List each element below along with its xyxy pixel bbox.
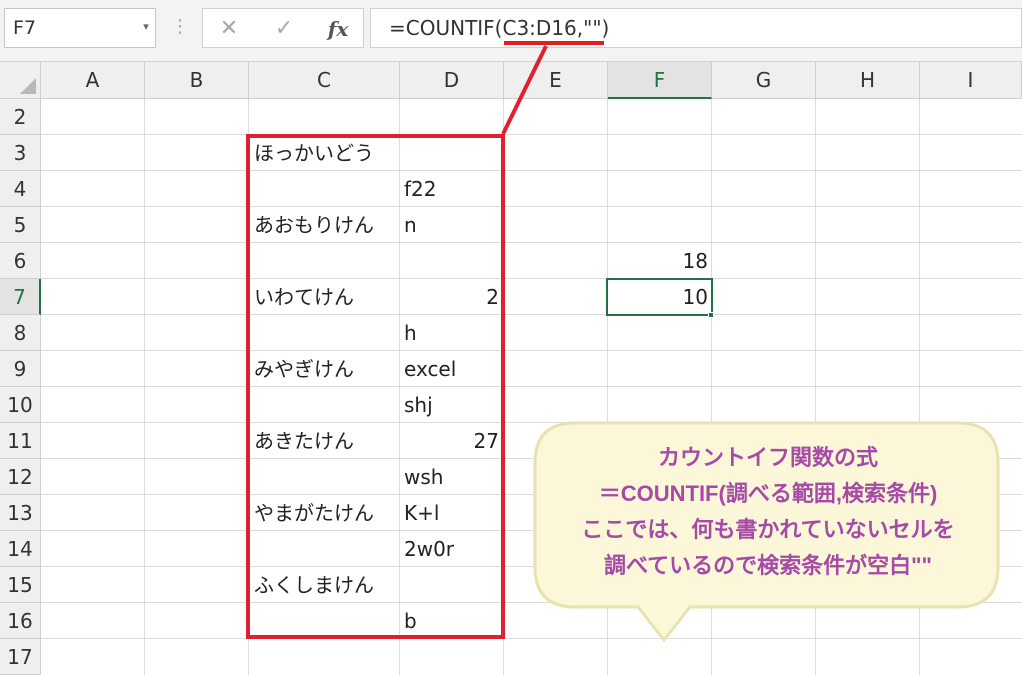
col-header-c[interactable]: C [249, 62, 400, 99]
cancel-icon[interactable]: ✕ [214, 9, 244, 49]
col-header-h[interactable]: H [816, 62, 920, 99]
gridline [41, 638, 1022, 639]
col-header-g[interactable]: G [712, 62, 816, 99]
row-header-11[interactable]: 11 [0, 423, 41, 459]
cell-f6[interactable]: 18 [608, 243, 708, 279]
row-header-6[interactable]: 6 [0, 243, 41, 279]
row-header-15[interactable]: 15 [0, 567, 41, 603]
active-cell-border [606, 278, 713, 316]
gridline [41, 242, 1022, 243]
gridline [41, 170, 1022, 171]
row-header-9[interactable]: 9 [0, 351, 41, 387]
callout-line-4: 調べているので検索条件が空白"" [604, 553, 932, 578]
row-header-7[interactable]: 7 [0, 279, 41, 315]
callout-text: カウントイフ関数の式 ＝COUNTIF(調べる範囲,検索条件) ここでは、何も書… [540, 440, 996, 606]
row-header-17[interactable]: 17 [0, 639, 41, 675]
gridline [41, 314, 1022, 315]
row-header-2[interactable]: 2 [0, 99, 41, 135]
col-header-f[interactable]: F [608, 62, 712, 99]
col-header-b[interactable]: B [145, 62, 249, 99]
gridline [41, 422, 1022, 423]
fill-handle[interactable] [708, 312, 714, 318]
gridline [41, 134, 1022, 135]
formula-range-underline [504, 41, 604, 45]
col-header-d[interactable]: D [400, 62, 504, 99]
row-header-13[interactable]: 13 [0, 495, 41, 531]
insert-function-icon[interactable]: fx [323, 9, 353, 49]
select-all-corner[interactable] [0, 62, 41, 99]
gridline [144, 99, 145, 675]
col-header-i[interactable]: I [920, 62, 1022, 99]
gridline [41, 278, 1022, 279]
formula-input[interactable]: =COUNTIF(C3:D16,"") [370, 8, 1022, 48]
gridline [41, 386, 1022, 387]
row-header-8[interactable]: 8 [0, 315, 41, 351]
select-all-triangle-icon [20, 78, 36, 94]
callout-line-1: カウントイフ関数の式 [657, 445, 878, 470]
name-box-dropdown-icon[interactable]: ▾ [138, 14, 154, 40]
row-header-14[interactable]: 14 [0, 531, 41, 567]
row-header-10[interactable]: 10 [0, 387, 41, 423]
row-header-12[interactable]: 12 [0, 459, 41, 495]
col-header-e[interactable]: E [504, 62, 608, 99]
gridline [41, 206, 1022, 207]
callout-line-2: ＝COUNTIF(調べる範囲,検索条件) [598, 481, 938, 506]
row-header-16[interactable]: 16 [0, 603, 41, 639]
gridline [41, 350, 1022, 351]
range-highlight-box [246, 134, 505, 639]
row-header-3[interactable]: 3 [0, 135, 41, 171]
row-header-4[interactable]: 4 [0, 171, 41, 207]
callout-line-3: ここでは、何も書かれていないセルを [581, 517, 955, 542]
drag-handle-icon[interactable]: ⋮ [171, 12, 189, 42]
name-box[interactable]: F7 [4, 8, 156, 48]
enter-check-icon[interactable]: ✓ [269, 9, 299, 49]
row-header-5[interactable]: 5 [0, 207, 41, 243]
col-header-a[interactable]: A [41, 62, 145, 99]
